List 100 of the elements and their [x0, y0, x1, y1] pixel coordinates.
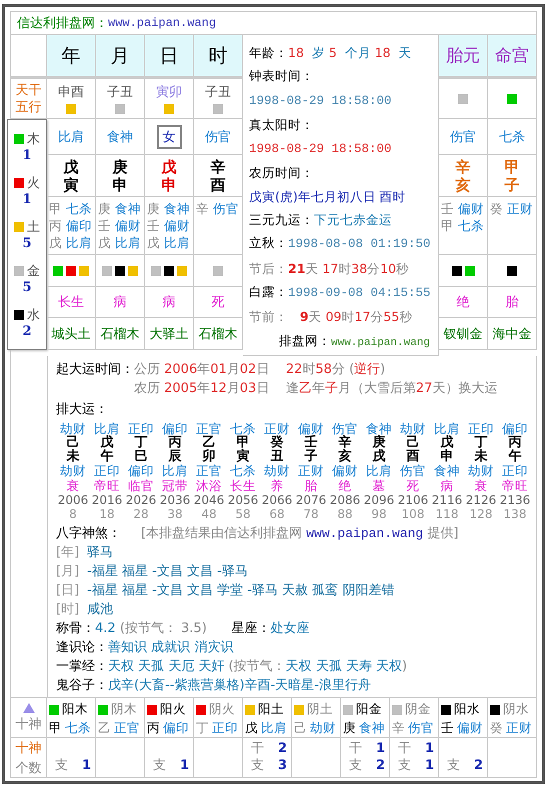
life-stage: 衰	[474, 478, 488, 493]
stem-char: 丁	[474, 436, 488, 450]
count-value: 1	[376, 740, 385, 758]
hidden-stem: 辛 伤官	[196, 200, 239, 217]
luck-age: 78	[303, 507, 319, 522]
ten-god-label: 食神	[434, 464, 460, 479]
column-title: 年	[62, 44, 80, 68]
luck-year: 2036	[160, 492, 190, 508]
element-name: 阴金	[405, 701, 431, 718]
luck-year: 2016	[92, 492, 122, 508]
column-title: 命宫	[495, 45, 529, 67]
luck-age: 38	[167, 507, 183, 522]
stem-char: 庚	[112, 158, 128, 176]
triangle-icon	[22, 702, 34, 713]
luck-age: 138	[504, 507, 526, 522]
ten-god-label: 食神	[107, 128, 133, 146]
luck-year: 2006	[58, 492, 88, 508]
info-line: 年龄：18 岁 5 个月 18 天	[249, 44, 413, 62]
stem-char: 戊	[245, 720, 258, 738]
info-line: 白露：1998-09-08 04:15:55	[249, 282, 432, 302]
ten-god-label: 正印	[502, 464, 528, 479]
count-label: 支	[251, 757, 264, 774]
branch-char: 子	[504, 176, 520, 194]
element-name: 水	[27, 307, 40, 324]
stem-char: 辛	[210, 158, 226, 176]
ten-god-label: 正财	[506, 720, 532, 738]
luck-age: 98	[371, 507, 387, 522]
spirit-stars: 咸池	[87, 601, 114, 620]
stem-char: 壬	[441, 720, 454, 738]
ten-god-label: 伤官	[450, 128, 476, 146]
element-name: 火	[27, 174, 40, 192]
ten-god-label: 伤官	[408, 720, 434, 738]
nayin-label: 石榴木	[198, 326, 238, 342]
life-stage: 病	[162, 294, 176, 311]
hidden-stem: 庚 食神	[147, 200, 190, 217]
life-stage: 墓	[372, 478, 386, 493]
life-stage: 死	[212, 294, 224, 311]
stem-char: 丙	[168, 436, 182, 450]
count-value: 2	[376, 757, 385, 774]
info-line: 立秋：1998-08-08 01:19:50	[249, 234, 432, 254]
luck-year: 2116	[432, 492, 462, 508]
count-label: 支	[398, 757, 411, 774]
stem-char: 丁	[134, 436, 148, 450]
life-stage: 胎	[304, 478, 318, 493]
count-label: 干	[398, 740, 411, 758]
luck-age: 18	[99, 507, 115, 522]
row-label: 天干五行	[16, 82, 42, 116]
hidden-stem: 庚 食神	[98, 200, 141, 217]
count-label: 支	[447, 757, 460, 774]
luck-year: 2066	[262, 492, 292, 508]
ten-god-label: 劫财	[60, 464, 86, 479]
column-title: 时	[208, 44, 228, 68]
luck-age: 8	[69, 507, 77, 522]
info-line: 钟表时间：	[249, 67, 315, 86]
ten-god-label: 正印	[468, 422, 494, 436]
site-link[interactable]: www.paipan.wang	[108, 16, 216, 30]
void-branches: 申酉	[58, 84, 84, 101]
stem-char: 丁	[196, 720, 209, 738]
info-line: 三元九运：下元七赤金运	[249, 211, 393, 230]
section-label: 排大运：	[56, 402, 108, 417]
stem-char: 辛	[456, 158, 470, 176]
life-stage: 养	[270, 478, 284, 493]
element-name: 金	[27, 263, 40, 280]
gender-badge: 女	[156, 124, 182, 148]
hidden-stem: 丙 偏印	[49, 217, 92, 234]
hidden-stem: 戊 比肩	[49, 234, 92, 251]
stem-char: 辛	[392, 720, 405, 738]
ten-god-label: 正印	[94, 464, 120, 479]
stem-char: 癸	[270, 436, 284, 450]
ten-god-label: 劫财	[310, 720, 336, 738]
branch-char: 丑	[270, 450, 284, 464]
detail-line: 称骨：4.2 (按节气： 3.5) 星座：处女座	[56, 620, 311, 638]
element-count: 1	[22, 148, 32, 163]
branch-char: 寅	[236, 450, 250, 464]
count-value: 1	[180, 757, 189, 774]
luck-age: 58	[235, 507, 251, 522]
branch-char: 寅	[64, 176, 78, 194]
ten-god-label: 伤官	[332, 422, 358, 436]
luck-start-line: 公历 2006年01月 02 日 22时58分 (逆行)	[134, 360, 386, 379]
life-stage: 胎	[506, 294, 518, 311]
hidden-stem: 壬 偏财	[98, 217, 141, 234]
column-title: 日	[160, 44, 178, 68]
ten-god-label: 偏印	[502, 422, 528, 436]
hidden-stem: 壬 偏财	[147, 217, 190, 234]
nayin-label: 钗钏金	[444, 326, 482, 342]
hidden-stem: 戊 比肩	[98, 234, 141, 251]
ten-god-label: 劫财	[264, 464, 290, 479]
luck-year: 2046	[194, 492, 224, 508]
ten-god-label: 比肩	[58, 128, 84, 146]
ten-god-label: 正官	[196, 464, 222, 479]
void-branches: 寅卯	[156, 84, 182, 101]
life-stage: 长生	[58, 294, 84, 311]
ten-god-label: 比肩	[94, 422, 120, 436]
stem-char: 丙	[147, 720, 160, 738]
count-value: 1	[424, 740, 434, 758]
element-name: 木	[27, 130, 40, 148]
hidden-stem: 癸 正财	[490, 200, 533, 217]
luck-age: 118	[436, 507, 458, 522]
ten-god-label: 偏印	[163, 720, 189, 738]
life-stage: 衰	[66, 478, 80, 493]
